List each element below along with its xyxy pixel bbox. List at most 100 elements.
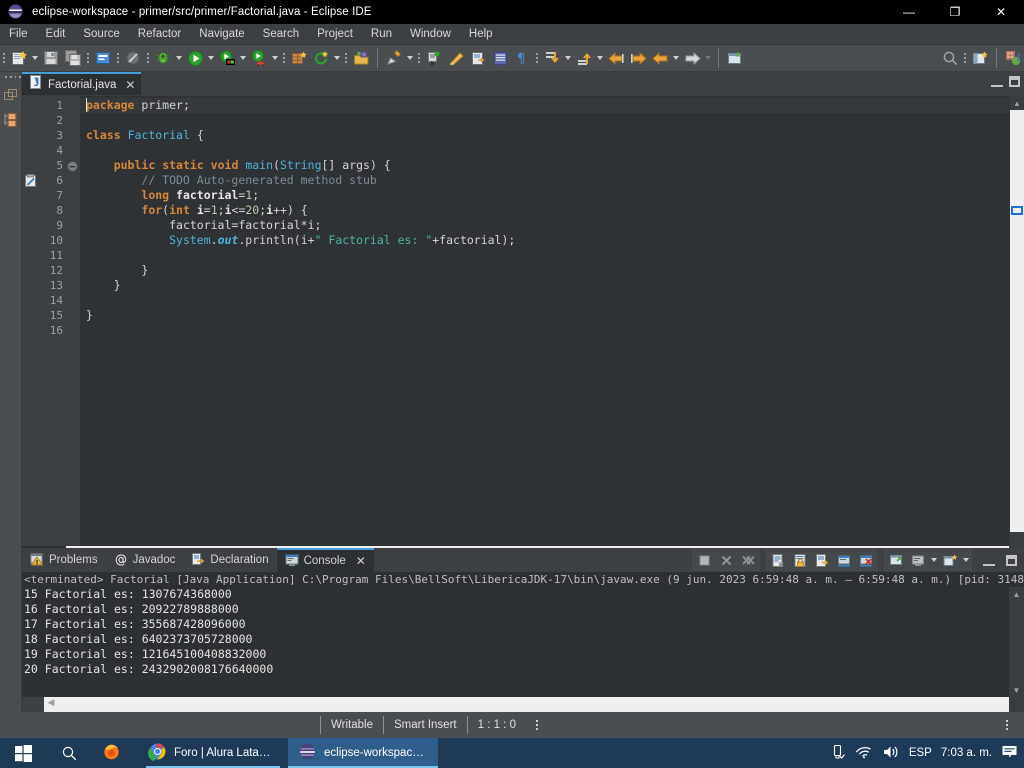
code-line[interactable]: long factorial=1; bbox=[80, 188, 1009, 203]
next-annotation-dropdown-icon[interactable] bbox=[563, 48, 573, 68]
code-line[interactable]: package primer; bbox=[80, 98, 1009, 113]
menu-navigate[interactable]: Navigate bbox=[190, 24, 253, 45]
remove-all-terminated-icon[interactable] bbox=[737, 549, 759, 571]
code-line[interactable] bbox=[80, 323, 1009, 338]
open-console-icon[interactable] bbox=[907, 549, 929, 571]
minimize-icon[interactable] bbox=[978, 549, 1000, 571]
overview-ruler-mark[interactable] bbox=[1011, 206, 1023, 215]
open-console-dropdown-icon[interactable] bbox=[929, 550, 939, 570]
console-output-text[interactable]: 15 Factorial es: 1307674368000 16 Factori… bbox=[22, 587, 1024, 697]
code-editor[interactable]: 1 2 3 4 5 6 7 8 9 10 11 12 13 14 15 16 package primer; … bbox=[22, 95, 1024, 546]
maximize-button[interactable]: ❐ bbox=[932, 0, 978, 24]
display-selected-console-icon[interactable] bbox=[885, 549, 907, 571]
code-line[interactable] bbox=[80, 143, 1009, 158]
minimize-icon[interactable] bbox=[991, 76, 1003, 87]
new-wizard-icon[interactable] bbox=[9, 48, 29, 69]
run-last-tool-icon[interactable] bbox=[249, 48, 269, 69]
word-wrap-icon[interactable] bbox=[811, 549, 833, 571]
remove-launch-icon[interactable] bbox=[715, 549, 737, 571]
tab-declaration[interactable]: Declaration bbox=[183, 548, 276, 572]
new-window-icon[interactable] bbox=[725, 48, 745, 69]
menu-help[interactable]: Help bbox=[460, 24, 502, 45]
restore-perspective-icon[interactable] bbox=[0, 84, 22, 108]
clear-console-icon[interactable] bbox=[767, 549, 789, 571]
debug-icon[interactable] bbox=[153, 48, 173, 69]
search-icon[interactable] bbox=[940, 48, 960, 69]
show-console-on-output-icon[interactable] bbox=[833, 549, 855, 571]
console-vertical-scrollbar[interactable]: ▲ ▼ bbox=[1009, 587, 1024, 697]
volume-icon[interactable] bbox=[882, 744, 900, 763]
toggle-breadcrumb-icon[interactable] bbox=[424, 48, 444, 69]
scrollbar-track[interactable] bbox=[1010, 110, 1024, 532]
close-icon[interactable]: ✕ bbox=[125, 79, 135, 91]
menu-project[interactable]: Project bbox=[308, 24, 362, 45]
menu-window[interactable]: Window bbox=[401, 24, 460, 45]
mark-occurrences-icon[interactable] bbox=[446, 48, 466, 69]
editor-vertical-scrollbar[interactable]: ▲ bbox=[1009, 96, 1024, 546]
debug-dropdown-icon[interactable] bbox=[174, 48, 184, 68]
previous-annotation-dropdown-icon[interactable] bbox=[595, 48, 605, 68]
new-java-class-icon[interactable] bbox=[93, 48, 113, 69]
external-tools-icon[interactable] bbox=[384, 48, 404, 69]
save-all-icon[interactable] bbox=[63, 48, 83, 69]
java-perspective-icon[interactable] bbox=[1003, 48, 1023, 69]
status-overflow-icon[interactable] bbox=[526, 720, 548, 730]
new-java-project-icon[interactable] bbox=[289, 48, 309, 69]
new-console-view-icon[interactable] bbox=[939, 549, 961, 571]
pin-console-icon[interactable] bbox=[855, 549, 877, 571]
paragraph-mark-icon[interactable]: ¶ bbox=[512, 48, 532, 69]
previous-annotation-icon[interactable] bbox=[574, 48, 594, 69]
taskbar-eclipse[interactable]: eclipse-workspace - p... bbox=[288, 738, 438, 768]
refresh-icon[interactable] bbox=[311, 48, 331, 69]
run-last-tool-dropdown-icon[interactable] bbox=[270, 48, 280, 68]
run-dropdown-icon[interactable] bbox=[206, 48, 216, 68]
scrollbar-track[interactable]: ◀ bbox=[44, 697, 1009, 712]
toolbar-drag-handle[interactable] bbox=[0, 48, 8, 68]
scroll-up-icon[interactable]: ▲ bbox=[1009, 587, 1024, 601]
back-icon[interactable] bbox=[650, 48, 670, 69]
refresh-dropdown-icon[interactable] bbox=[332, 48, 342, 68]
code-line[interactable]: // TODO Auto-generated method stub bbox=[80, 173, 1009, 188]
next-edit-location-icon[interactable] bbox=[628, 48, 648, 69]
menu-edit[interactable]: Edit bbox=[37, 24, 75, 45]
code-line[interactable]: } bbox=[80, 278, 1009, 293]
usb-eject-icon[interactable] bbox=[831, 744, 846, 763]
left-bar-drag-handle[interactable] bbox=[0, 72, 21, 84]
todo-task-marker-icon[interactable] bbox=[24, 174, 38, 193]
code-line[interactable]: class Factorial { bbox=[80, 128, 1009, 143]
close-button[interactable]: ✕ bbox=[978, 0, 1024, 24]
scroll-up-icon[interactable]: ▲ bbox=[1010, 96, 1024, 110]
windows-start-icon[interactable] bbox=[0, 738, 46, 768]
code-line[interactable]: public static void main(String[] args) { bbox=[80, 158, 1009, 173]
new-console-dropdown-icon[interactable] bbox=[961, 550, 971, 570]
coverage-icon[interactable] bbox=[217, 48, 237, 69]
tray-language[interactable]: ESP bbox=[909, 747, 932, 759]
menu-search[interactable]: Search bbox=[254, 24, 308, 45]
close-icon[interactable]: ✕ bbox=[356, 554, 366, 568]
collapse-method-icon[interactable] bbox=[67, 159, 78, 177]
code-line[interactable]: } bbox=[80, 263, 1009, 278]
code-line[interactable]: } bbox=[80, 308, 1009, 323]
code-line[interactable]: factorial=factorial*i; bbox=[80, 218, 1009, 233]
marker-gutter[interactable] bbox=[22, 96, 40, 546]
external-tools-dropdown-icon[interactable] bbox=[405, 48, 415, 68]
show-whitespace-icon[interactable] bbox=[490, 48, 510, 69]
wifi-icon[interactable] bbox=[855, 744, 873, 763]
code-line[interactable] bbox=[80, 248, 1009, 263]
run-icon[interactable] bbox=[185, 48, 205, 69]
console-output-area[interactable]: <terminated> Factorial [Java Application… bbox=[22, 572, 1024, 712]
console-horizontal-scrollbar[interactable]: ◀ bbox=[22, 697, 1024, 712]
coverage-dropdown-icon[interactable] bbox=[238, 48, 248, 68]
scroll-lock-icon[interactable] bbox=[789, 549, 811, 571]
code-line[interactable] bbox=[80, 113, 1009, 128]
notification-icon[interactable] bbox=[1001, 744, 1018, 763]
menu-run[interactable]: Run bbox=[362, 24, 401, 45]
pin-editor-icon[interactable] bbox=[468, 48, 488, 69]
taskbar-chrome[interactable]: Foro | Alura Latam - ... bbox=[138, 738, 288, 768]
menu-refactor[interactable]: Refactor bbox=[129, 24, 190, 45]
forward-icon[interactable] bbox=[682, 48, 702, 69]
open-type-icon[interactable] bbox=[351, 48, 371, 69]
status-trim-handle[interactable] bbox=[996, 720, 1018, 730]
code-line[interactable] bbox=[80, 293, 1009, 308]
open-perspective-icon[interactable] bbox=[970, 48, 990, 69]
